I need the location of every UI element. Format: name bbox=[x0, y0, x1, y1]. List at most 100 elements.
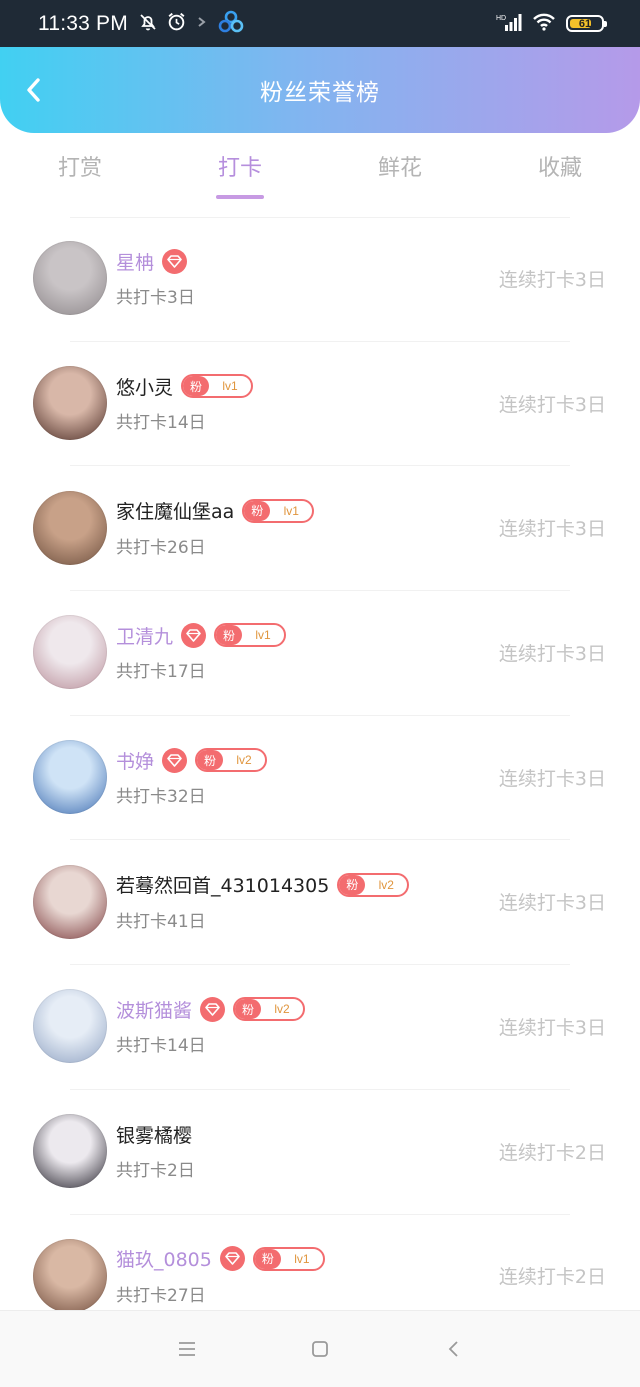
fan-tag: 粉 bbox=[235, 999, 262, 1020]
signal-icon: HD bbox=[496, 12, 522, 36]
username[interactable]: 银雾橘樱 bbox=[116, 1121, 192, 1148]
username[interactable]: 星柟 bbox=[116, 248, 154, 275]
user-info: 猫玖_0805 粉 lv1 共打卡27日 bbox=[116, 1246, 325, 1306]
status-bar: 11:33 PM HD 61 bbox=[0, 0, 640, 47]
checkin-streak: 连续打卡3日 bbox=[498, 767, 606, 790]
tab-flowers[interactable]: 鲜花 bbox=[320, 133, 480, 211]
total-checkin-count: 共打卡2日 bbox=[116, 1161, 195, 1182]
battery-icon: 61 bbox=[566, 15, 607, 32]
avatar[interactable] bbox=[33, 615, 107, 690]
baidu-app-icon bbox=[217, 10, 245, 38]
system-back-button[interactable] bbox=[433, 1329, 473, 1369]
fan-level-badge: 粉 lv2 bbox=[195, 748, 268, 773]
fan-level-badge: 粉 lv1 bbox=[214, 623, 287, 648]
home-button[interactable] bbox=[300, 1329, 340, 1369]
alarm-icon bbox=[166, 11, 187, 36]
list-item[interactable]: 书婙 粉 lv2 共打卡32日 连续打卡3日 bbox=[0, 714, 640, 840]
checkin-streak: 连续打卡3日 bbox=[498, 642, 606, 665]
fan-level: lv1 bbox=[283, 503, 299, 518]
username[interactable]: 卫清九 bbox=[116, 622, 173, 649]
fan-tag: 粉 bbox=[244, 500, 271, 521]
total-checkin-count: 共打卡17日 bbox=[116, 662, 206, 683]
fan-tag: 粉 bbox=[339, 874, 366, 895]
user-info: 波斯猫酱 粉 lv2 共打卡14日 bbox=[116, 996, 306, 1057]
home-icon bbox=[312, 1341, 328, 1357]
fan-level: lv2 bbox=[274, 1002, 290, 1017]
total-checkin-count: 共打卡41日 bbox=[116, 911, 206, 932]
total-checkin-count: 共打卡27日 bbox=[116, 1285, 206, 1306]
fan-tag: 粉 bbox=[254, 1248, 281, 1269]
diamond-icon bbox=[162, 747, 188, 773]
list-item[interactable]: 星柟共打卡3日 连续打卡3日 bbox=[0, 216, 640, 341]
list-item[interactable]: 若蓦然回首_431014305 粉 lv2 共打卡41日 连续打卡3日 bbox=[0, 839, 640, 964]
fan-ranking-list: 星柟 共打卡3日 连续打卡3日 悠小灵粉 lv1 共打卡14日 连续打卡3日 家住魔仙堡aa 粉… bbox=[0, 216, 640, 1338]
name-line: 书婙 粉 lv2 bbox=[116, 747, 268, 774]
chevron-icon bbox=[195, 14, 209, 33]
mute-bell-icon bbox=[138, 12, 158, 36]
username[interactable]: 悠小灵 bbox=[116, 373, 173, 400]
header: 粉丝荣誉榜 bbox=[0, 47, 640, 133]
total-checkin-count: 共打卡14日 bbox=[116, 413, 206, 434]
back-icon bbox=[449, 1341, 458, 1357]
list-item[interactable]: 银雾橘樱 共打卡2日 连续打卡2日 bbox=[0, 1088, 640, 1214]
diamond-icon bbox=[200, 996, 226, 1022]
name-line: 卫清九 粉 lv1 bbox=[116, 622, 287, 649]
svg-text:HD: HD bbox=[496, 15, 506, 22]
avatar[interactable] bbox=[33, 241, 107, 316]
diamond-icon bbox=[181, 622, 207, 648]
username[interactable]: 猫玖_0805 bbox=[116, 1245, 212, 1272]
tab-bar: 打赏 打卡 鲜花 收藏 bbox=[0, 133, 640, 211]
username[interactable]: 波斯猫酱 bbox=[116, 996, 192, 1023]
user-info: 书婙 粉 lv2 共打卡32日 bbox=[116, 747, 268, 808]
fan-tag: 粉 bbox=[216, 625, 243, 646]
list-item[interactable]: 家住魔仙堡aa 粉 lv1 共打卡26日 连续打卡3日 bbox=[0, 465, 640, 590]
avatar[interactable] bbox=[33, 864, 107, 939]
tab-checkin[interactable]: 打卡 bbox=[160, 133, 320, 211]
user-info: 悠小灵粉 lv1 共打卡14日 bbox=[116, 373, 254, 434]
checkin-streak: 连续打卡3日 bbox=[498, 518, 606, 541]
tab-reward[interactable]: 打赏 bbox=[0, 133, 160, 211]
fan-level-badge: 粉 lv1 bbox=[252, 1246, 325, 1271]
menu-button[interactable] bbox=[167, 1329, 207, 1369]
list-item[interactable]: 卫清九 粉 lv1 共打卡17日 连续打卡3日 bbox=[0, 590, 640, 715]
user-info: 卫清九 粉 lv1 共打卡17日 bbox=[116, 622, 287, 683]
avatar[interactable] bbox=[33, 740, 107, 815]
total-checkin-count: 共打卡26日 bbox=[116, 537, 206, 558]
username[interactable]: 书婙 bbox=[116, 747, 154, 774]
checkin-streak: 连续打卡3日 bbox=[498, 1016, 606, 1039]
name-line: 若蓦然回首_431014305 粉 lv2 bbox=[116, 871, 410, 898]
user-info: 银雾橘樱共打卡2日 bbox=[116, 1121, 195, 1182]
avatar[interactable] bbox=[33, 366, 107, 441]
fan-level-badge: 粉 lv2 bbox=[337, 872, 410, 897]
checkin-streak: 连续打卡3日 bbox=[498, 892, 606, 915]
fan-level-badge: 粉 lv1 bbox=[181, 374, 254, 399]
avatar[interactable] bbox=[33, 1238, 107, 1313]
fan-level: lv1 bbox=[255, 628, 271, 643]
system-nav-bar bbox=[0, 1310, 640, 1387]
avatar[interactable] bbox=[33, 989, 107, 1064]
diamond-icon bbox=[219, 1246, 245, 1272]
user-info: 星柟共打卡3日 bbox=[116, 248, 195, 308]
total-checkin-count: 共打卡14日 bbox=[116, 1036, 206, 1057]
battery-level-text: 61 bbox=[578, 17, 592, 30]
total-checkin-count: 共打卡3日 bbox=[116, 288, 195, 309]
avatar[interactable] bbox=[33, 490, 107, 565]
fan-level: lv2 bbox=[236, 753, 252, 768]
fan-level: lv1 bbox=[222, 379, 238, 394]
diamond-icon bbox=[162, 248, 188, 274]
fan-tag: 粉 bbox=[183, 376, 210, 397]
username[interactable]: 家住魔仙堡aa bbox=[116, 497, 234, 524]
name-line: 波斯猫酱 粉 lv2 bbox=[116, 996, 306, 1023]
username[interactable]: 若蓦然回首_431014305 bbox=[116, 871, 329, 898]
avatar[interactable] bbox=[33, 1114, 107, 1189]
tab-favorites[interactable]: 收藏 bbox=[480, 133, 640, 211]
fan-tag: 粉 bbox=[197, 750, 224, 771]
list-item[interactable]: 波斯猫酱 粉 lv2 共打卡14日 连续打卡3日 bbox=[0, 964, 640, 1089]
status-time: 11:33 PM bbox=[38, 11, 128, 35]
total-checkin-count: 共打卡32日 bbox=[116, 787, 206, 808]
name-line: 猫玖_0805 粉 lv1 bbox=[116, 1246, 325, 1272]
user-info: 若蓦然回首_431014305 粉 lv2 共打卡41日 bbox=[116, 871, 410, 932]
checkin-streak: 连续打卡3日 bbox=[498, 268, 606, 291]
list-item[interactable]: 悠小灵粉 lv1 共打卡14日 连续打卡3日 bbox=[0, 340, 640, 466]
user-info: 家住魔仙堡aa 粉 lv1 共打卡26日 bbox=[116, 497, 315, 558]
